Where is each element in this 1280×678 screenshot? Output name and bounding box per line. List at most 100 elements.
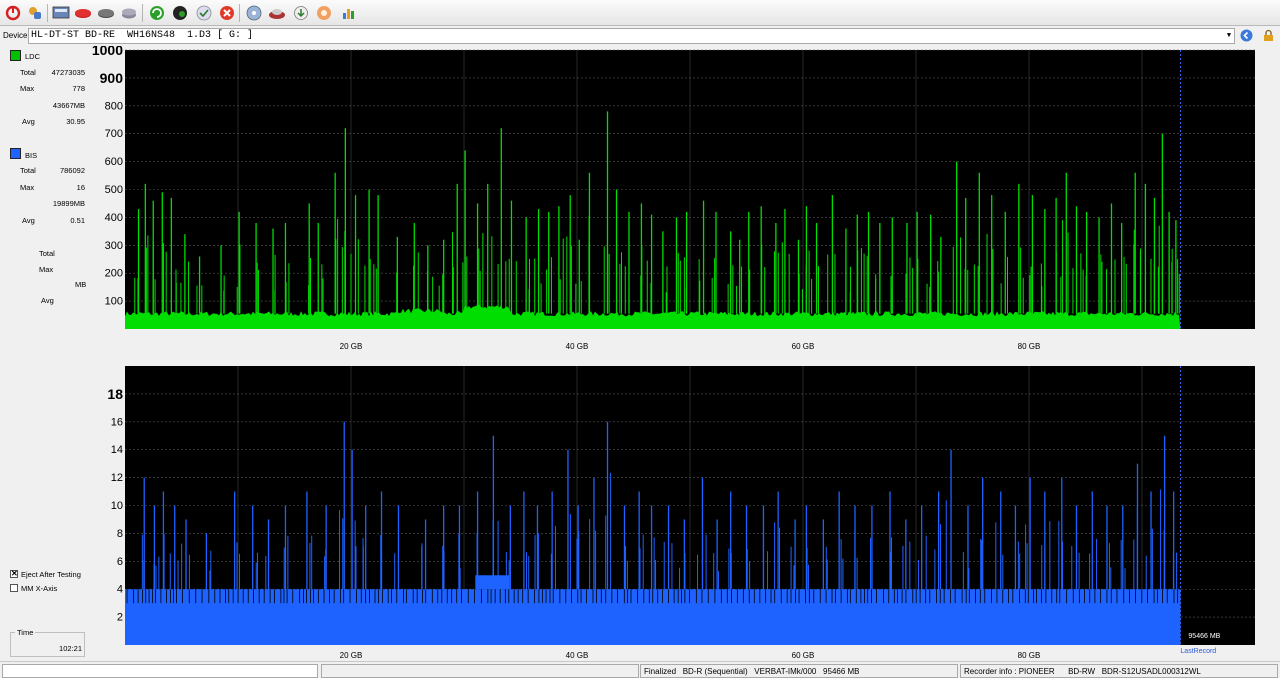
toolbar xyxy=(0,0,1280,26)
bis-x-tick-label: 20 GB xyxy=(340,651,363,660)
recorder-vendor: PIONEER xyxy=(1018,667,1055,676)
check-icon[interactable] xyxy=(194,3,214,23)
eject-after-testing-checkbox[interactable]: ✕ xyxy=(10,570,18,578)
settings-icon[interactable] xyxy=(25,3,45,23)
disc-blank-icon[interactable] xyxy=(244,3,264,23)
bis-label: BIS xyxy=(25,151,38,160)
bis-raised-segment xyxy=(475,575,510,590)
ldc-x-tick-label: 20 GB xyxy=(340,342,363,351)
bis-y-tick-label: 14 xyxy=(111,444,123,456)
info-icon[interactable] xyxy=(51,3,71,23)
status-disc-info: Finalized BD-R (Sequential) VERBAT-IMk/0… xyxy=(640,664,958,678)
ldc-total-label: Total xyxy=(20,68,36,77)
status-bar: Finalized BD-R (Sequential) VERBAT-IMk/0… xyxy=(0,661,1280,678)
bis-x-tick-label: 40 GB xyxy=(566,651,589,660)
status-empty xyxy=(321,664,639,678)
status-media: VERBAT-IMk/000 xyxy=(754,667,817,676)
ldc-avg-label: Avg xyxy=(22,117,35,126)
device-value: HL-DT-ST BD-RE WH16NS48 1.D3 [ G: ] xyxy=(31,30,254,41)
lock-icon[interactable] xyxy=(1262,29,1275,42)
recorder-model: BDR-S12USADL000312WL xyxy=(1101,667,1201,676)
ldc-mb-value: 43667MB xyxy=(52,101,85,110)
ldc-y-tick-label: 800 xyxy=(105,100,123,112)
ldc-y-tick-label: 600 xyxy=(105,156,123,168)
bis-end-size-label: 95466 MB xyxy=(1188,633,1220,640)
ldc-x-tick-label: 40 GB xyxy=(566,342,589,351)
ldc-max-value: 778 xyxy=(72,84,85,93)
bis-y-tick-label: 16 xyxy=(111,416,123,428)
ldc-label: LDC xyxy=(25,52,41,61)
bis-y-tick-label: 10 xyxy=(111,500,123,512)
third-max-label: Max xyxy=(39,265,54,274)
time-box: Time 102:21 xyxy=(10,628,85,657)
bis-last-record-label: LastRecord xyxy=(1180,648,1216,655)
bis-x-tick-label: 60 GB xyxy=(792,651,815,660)
status-recorder-info: Recorder info : PIONEER BD-RW BDR-S12USA… xyxy=(960,664,1278,678)
burn-icon[interactable] xyxy=(267,3,287,23)
bis-total-value: 786092 xyxy=(59,166,85,175)
time-value: 102:21 xyxy=(59,644,82,653)
ldc-y-tick-label: 500 xyxy=(105,184,123,196)
power-icon[interactable] xyxy=(3,3,23,23)
toolbar-separator xyxy=(239,4,240,22)
bis-y-tick-label: 2 xyxy=(117,612,123,624)
mm-x-axis-label: MM X-Axis xyxy=(21,584,58,593)
device-select[interactable]: HL-DT-ST BD-RE WH16NS48 1.D3 [ G: ] ▼ xyxy=(28,28,1235,44)
toolbar-separator xyxy=(142,4,143,22)
save-icon[interactable] xyxy=(291,3,311,23)
bis-y-tick-label: 18 xyxy=(107,386,123,402)
device-label: Device: xyxy=(3,31,30,40)
bis-x-tick-label: 80 GB xyxy=(1018,651,1041,660)
ldc-avg-value: 30.95 xyxy=(66,117,85,126)
third-total-label: Total xyxy=(39,249,55,258)
toolbar-separator xyxy=(47,4,48,22)
ldc-total-value: 47273035 xyxy=(51,68,85,77)
ldc-y-tick-label: 200 xyxy=(105,268,123,280)
chart-icon[interactable] xyxy=(338,3,358,23)
ldc-y-tick-label: 900 xyxy=(100,70,124,86)
disc-red-icon[interactable] xyxy=(73,3,93,23)
status-capacity: 95466 MB xyxy=(823,667,860,676)
bis-y-tick-label: 8 xyxy=(117,528,123,540)
bis-max-value: 16 xyxy=(76,183,85,192)
ldc-y-tick-label: 300 xyxy=(105,240,123,252)
bis-max-label: Max xyxy=(20,183,35,192)
chevron-down-icon[interactable]: ▼ xyxy=(1224,29,1234,43)
refresh-icon[interactable] xyxy=(147,3,167,23)
recorder-label: Recorder info : xyxy=(964,667,1017,676)
globe-icon[interactable] xyxy=(170,3,190,23)
bis-avg-value: 0.51 xyxy=(70,216,85,225)
bis-y-tick-label: 12 xyxy=(111,472,123,484)
third-mb-label: MB xyxy=(75,280,87,289)
bis-avg-label: Avg xyxy=(22,216,35,225)
chart-area: 100 200 300 400 500 600 700 800 900 1000 20 GB 40 G… xyxy=(90,42,1280,660)
recorder-type: BD-RW xyxy=(1068,667,1096,676)
ldc-y-tick-label: 400 xyxy=(105,212,123,224)
bis-total-label: Total xyxy=(20,166,36,175)
eject-after-testing-label: Eject After Testing xyxy=(21,570,81,579)
bis-legend-swatch[interactable] xyxy=(10,148,21,159)
ldc-max-label: Max xyxy=(20,84,35,93)
status-disc-type: BD-R (Sequential) xyxy=(682,667,748,676)
ldc-x-tick-label: 60 GB xyxy=(792,342,815,351)
ldc-y-tick-label: 700 xyxy=(105,128,123,140)
ldc-x-tick-label: 80 GB xyxy=(1018,342,1041,351)
time-label: Time xyxy=(15,628,36,637)
bis-y-tick-label: 6 xyxy=(117,556,123,568)
disc-copy-icon[interactable] xyxy=(119,3,139,23)
ldc-y-tick-label: 100 xyxy=(105,296,123,308)
status-finalized: Finalized xyxy=(644,667,677,676)
ldc-legend-swatch[interactable] xyxy=(10,50,21,61)
mm-x-axis-checkbox[interactable] xyxy=(10,584,18,592)
stop-icon[interactable] xyxy=(217,3,237,23)
charts-svg: 100 200 300 400 500 600 700 800 900 1000 20 GB 40 G… xyxy=(92,42,1255,660)
test-icon[interactable] xyxy=(314,3,334,23)
third-avg-label: Avg xyxy=(41,296,54,305)
ldc-y-tick-label: 1000 xyxy=(92,46,123,58)
nav-back-icon[interactable] xyxy=(1240,29,1253,42)
bis-mb-value: 19899MB xyxy=(52,199,85,208)
bis-y-tick-label: 4 xyxy=(117,584,123,596)
status-progress xyxy=(2,664,318,678)
stats-panel: LDC Total 47273035 Max 778 43667MB Avg 3… xyxy=(0,46,88,660)
disc-erase-icon[interactable] xyxy=(96,3,116,23)
